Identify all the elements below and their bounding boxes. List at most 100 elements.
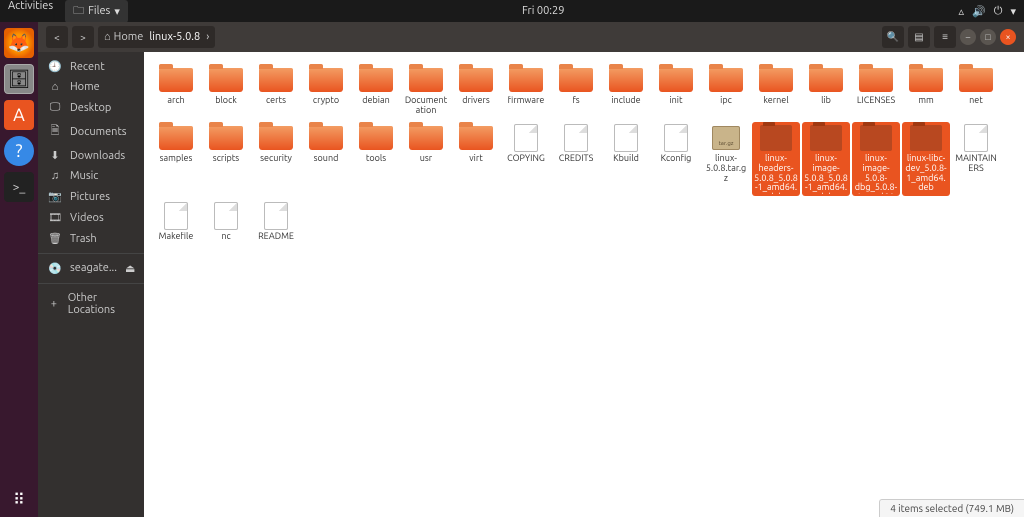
folder-icon <box>209 126 243 150</box>
sidebar-label: Home <box>70 81 100 93</box>
chevron-down-icon[interactable]: ▾ <box>1010 5 1016 18</box>
file-item[interactable]: Kbuild <box>602 122 650 196</box>
folder-item[interactable]: usr <box>402 122 450 196</box>
folder-item[interactable]: block <box>202 64 250 118</box>
sidebar-item-music[interactable]: ♫Music <box>38 166 144 186</box>
file-label: sound <box>314 154 339 164</box>
file-item[interactable]: MAINTAINERS <box>952 122 1000 196</box>
deb-item[interactable]: linux-image-5.0.8_5.0.8-1_amd64.deb <box>802 122 850 196</box>
back-button[interactable]: < <box>46 26 68 48</box>
folder-item[interactable]: crypto <box>302 64 350 118</box>
file-icon <box>264 202 288 230</box>
folder-item[interactable]: net <box>952 64 1000 118</box>
forward-button[interactable]: > <box>72 26 94 48</box>
terminal-launcher[interactable]: >_ <box>4 172 34 202</box>
file-label: arch <box>167 96 184 106</box>
sidebar-icon: 📷 <box>48 190 62 203</box>
sidebar-item-documents[interactable]: 🗎Documents <box>38 118 144 145</box>
software-launcher[interactable]: A <box>4 100 34 130</box>
sidebar-label: Music <box>70 170 98 182</box>
maximize-button[interactable]: □ <box>980 29 996 45</box>
package-icon <box>810 125 842 151</box>
sidebar-item-videos[interactable]: 🎞Videos <box>38 207 144 228</box>
firefox-launcher[interactable]: 🦊 <box>4 28 34 58</box>
hamburger-menu-button[interactable]: ≡ <box>934 26 956 48</box>
folder-item[interactable]: firmware <box>502 64 550 118</box>
file-item[interactable]: Kconfig <box>652 122 700 196</box>
folder-item[interactable]: kernel <box>752 64 800 118</box>
sidebar-other-locations[interactable]: +Other Locations <box>38 288 144 320</box>
file-label: Kbuild <box>613 154 639 164</box>
deb-item[interactable]: linux-headers-5.0.8_5.0.8-1_amd64.deb <box>752 122 800 196</box>
file-item[interactable]: README <box>252 200 300 244</box>
power-icon[interactable]: ⏻ <box>994 5 1003 18</box>
folder-item[interactable]: certs <box>252 64 300 118</box>
search-button[interactable]: 🔍 <box>882 26 904 48</box>
clock[interactable]: Fri 00:29 <box>128 5 959 17</box>
folder-item[interactable]: Documentation <box>402 64 450 118</box>
file-label: Kconfig <box>661 154 692 164</box>
folder-item[interactable]: samples <box>152 122 200 196</box>
folder-item[interactable]: include <box>602 64 650 118</box>
sidebar-icon: 🖵 <box>48 101 62 114</box>
folder-item[interactable]: tools <box>352 122 400 196</box>
file-item[interactable]: COPYING <box>502 122 550 196</box>
folder-item[interactable]: LICENSES <box>852 64 900 118</box>
sidebar-label: Downloads <box>70 150 125 162</box>
files-launcher[interactable]: 🗄 <box>4 64 34 94</box>
file-item[interactable]: Makefile <box>152 200 200 244</box>
help-launcher[interactable]: ? <box>4 136 34 166</box>
sidebar-label: Videos <box>70 212 104 224</box>
sidebar-item-home[interactable]: ⌂Home <box>38 77 144 97</box>
folder-item[interactable]: scripts <box>202 122 250 196</box>
minimize-button[interactable]: – <box>960 29 976 45</box>
folder-item[interactable]: ipc <box>702 64 750 118</box>
folder-icon <box>159 126 193 150</box>
folder-item[interactable]: debian <box>352 64 400 118</box>
activities-button[interactable]: Activities <box>8 0 53 23</box>
folder-item[interactable]: lib <box>802 64 850 118</box>
folder-item[interactable]: mm <box>902 64 950 118</box>
folder-item[interactable]: arch <box>152 64 200 118</box>
eject-icon[interactable]: ⏏ <box>125 262 135 275</box>
chevron-down-icon: ▾ <box>114 5 120 18</box>
close-button[interactable]: × <box>1000 29 1016 45</box>
status-bar: 4 items selected (749.1 MB) <box>879 499 1024 517</box>
view-options-button[interactable]: ▤ <box>908 26 930 48</box>
network-icon[interactable]: ▵ <box>959 5 965 18</box>
folder-item[interactable]: sound <box>302 122 350 196</box>
volume-icon[interactable]: 🔊 <box>972 5 986 18</box>
file-icon <box>514 124 538 152</box>
path-current[interactable]: linux-5.0.8 <box>149 31 200 43</box>
folder-item[interactable]: security <box>252 122 300 196</box>
sidebar-icon: 🗑 <box>48 232 62 245</box>
file-icon <box>214 202 238 230</box>
sidebar-label: Desktop <box>70 102 111 114</box>
chevron-right-icon: › <box>206 31 209 43</box>
sidebar-item-downloads[interactable]: ⬇Downloads <box>38 145 144 166</box>
sidebar-device[interactable]: 💿seagate...⏏ <box>38 258 144 279</box>
file-item[interactable]: nc <box>202 200 250 244</box>
show-apps-button[interactable]: ⠿ <box>13 490 25 509</box>
package-icon <box>910 125 942 151</box>
active-app-indicator[interactable]: 🗀 Files ▾ <box>65 0 128 23</box>
folder-item[interactable]: virt <box>452 122 500 196</box>
folder-icon <box>309 126 343 150</box>
folder-icon <box>159 68 193 92</box>
folder-item[interactable]: drivers <box>452 64 500 118</box>
sidebar-item-recent[interactable]: 🕘Recent <box>38 56 144 77</box>
deb-item[interactable]: linux-image-5.0.8-dbg_5.0.8-1_amd64.deb <box>852 122 900 196</box>
sidebar-item-desktop[interactable]: 🖵 Desktop <box>38 97 144 118</box>
folder-item[interactable]: fs <box>552 64 600 118</box>
sidebar-item-pictures[interactable]: 📷Pictures <box>38 186 144 207</box>
folder-item[interactable]: init <box>652 64 700 118</box>
path-bar: ⌂ Home linux-5.0.8 › <box>98 26 215 48</box>
deb-item[interactable]: linux-libc-dev_5.0.8-1_amd64.deb <box>902 122 950 196</box>
file-item[interactable]: CREDITS <box>552 122 600 196</box>
file-grid[interactable]: arch blockcertscryptodebianDocumentationd… <box>144 52 1024 517</box>
folder-icon <box>609 68 643 92</box>
sidebar-item-trash[interactable]: 🗑Trash <box>38 228 144 249</box>
archive-item[interactable]: tar.gzlinux-5.0.8.tar.gz <box>702 122 750 196</box>
path-home[interactable]: ⌂ Home <box>104 31 143 43</box>
drive-icon: 💿 <box>48 262 62 275</box>
